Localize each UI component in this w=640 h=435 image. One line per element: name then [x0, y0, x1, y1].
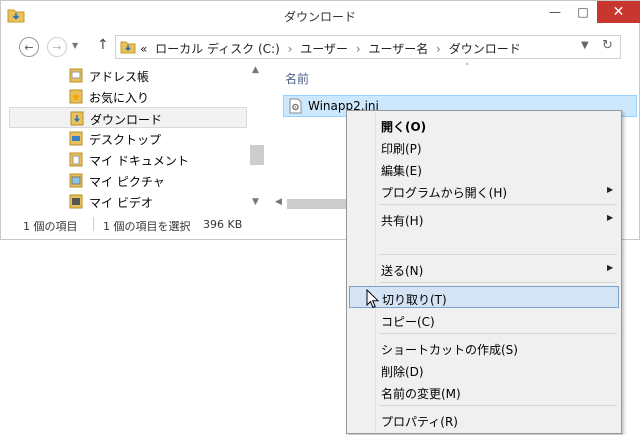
breadcrumb-item-username[interactable]: ユーザー名	[368, 42, 428, 56]
sidebar-item-documents[interactable]: マイ ドキュメント	[9, 149, 247, 170]
breadcrumb-overflow[interactable]: «	[140, 42, 147, 56]
menu-item-label: 名前の変更(M)	[381, 387, 461, 401]
menu-item-share[interactable]: 共有(H) ▶	[349, 208, 619, 230]
maximize-button[interactable]: □	[569, 1, 597, 23]
menu-item-open-with[interactable]: プログラムから開く(H) ▶	[349, 180, 619, 202]
menu-item-blank[interactable]	[349, 230, 619, 252]
menu-separator	[379, 333, 617, 334]
column-header-name[interactable]: 名前	[285, 70, 309, 87]
menu-item-print[interactable]: 印刷(P)	[349, 136, 619, 158]
breadcrumb-separator-icon[interactable]: ›	[356, 42, 361, 56]
submenu-arrow-icon: ▶	[607, 185, 614, 194]
desktop-folder-icon	[69, 131, 83, 146]
sidebar-item-downloads[interactable]: ダウンロード	[9, 107, 247, 128]
menu-item-label: プログラムから開く(H)	[381, 186, 508, 200]
menu-item-label: 送る(N)	[381, 264, 424, 278]
sidebar-item-favorites[interactable]: お気に入り	[9, 86, 247, 107]
menu-item-label: 印刷(P)	[381, 142, 422, 156]
submenu-arrow-icon: ▶	[607, 213, 614, 222]
breadcrumb-item-downloads[interactable]: ダウンロード	[449, 42, 521, 56]
folder-download-icon	[120, 39, 136, 55]
close-button[interactable]: ✕	[597, 1, 640, 23]
menu-item-delete[interactable]: 削除(D)	[349, 359, 619, 381]
breadcrumb-item-drive[interactable]: ローカル ディスク (C:)	[155, 42, 280, 56]
status-divider	[93, 217, 94, 231]
navigation-bar: ← → ▼ ↑ « ローカル ディスク (C:) › ユーザー › ユーザー名 …	[1, 31, 639, 63]
pictures-folder-icon	[69, 173, 83, 188]
sidebar-item-label: マイ ピクチャ	[89, 175, 165, 189]
address-book-icon	[69, 68, 83, 83]
scroll-up-icon[interactable]: ▲	[252, 65, 259, 75]
menu-item-open[interactable]: 開く(O)	[349, 114, 619, 136]
menu-item-create-shortcut[interactable]: ショートカットの作成(S)	[349, 337, 619, 359]
menu-item-send-to[interactable]: 送る(N) ▶	[349, 258, 619, 280]
menu-separator	[379, 282, 617, 283]
scroll-down-icon[interactable]: ▼	[252, 197, 259, 207]
mouse-pointer-icon	[366, 288, 380, 309]
sidebar-item-videos[interactable]: マイ ビデオ	[9, 191, 247, 212]
scroll-left-icon[interactable]: ◀	[275, 197, 282, 207]
sidebar-item-label: ダウンロード	[90, 113, 163, 127]
recent-locations-icon[interactable]: ▼	[72, 41, 78, 50]
menu-item-label: 削除(D)	[381, 365, 424, 379]
sidebar-item-address-book[interactable]: アドレス帳	[9, 65, 247, 86]
sidebar-scrollbar[interactable]: ▲ ▼	[250, 65, 264, 209]
videos-folder-icon	[69, 194, 83, 209]
status-selected-size: 396 KB	[203, 218, 243, 231]
sidebar-item-label: アドレス帳	[89, 70, 150, 84]
menu-item-label: 共有(H)	[381, 214, 424, 228]
menu-separator	[379, 254, 617, 255]
up-button[interactable]: ↑	[97, 37, 109, 53]
menu-item-properties[interactable]: プロパティ(R)	[349, 409, 619, 431]
documents-folder-icon	[69, 152, 83, 167]
breadcrumb-item-users[interactable]: ユーザー	[300, 42, 348, 56]
sidebar-item-desktop[interactable]: デスクトップ	[9, 128, 247, 149]
sidebar-item-label: マイ ビデオ	[89, 196, 153, 210]
title-bar[interactable]: ダウンロード — □ ✕	[1, 1, 640, 31]
sidebar-item-label: マイ ドキュメント	[89, 154, 189, 168]
refresh-icon[interactable]: ↻	[602, 38, 613, 53]
scrollbar-thumb[interactable]	[287, 199, 349, 209]
context-menu: 開く(O) 印刷(P) 編集(E) プログラムから開く(H) ▶ 共有(H) ▶…	[346, 110, 622, 434]
menu-separator	[379, 405, 617, 406]
back-button[interactable]: ←	[19, 37, 39, 57]
forward-button[interactable]: →	[47, 37, 67, 57]
menu-item-label: 切り取り(T)	[382, 293, 447, 307]
status-item-count: 1 個の項目	[23, 220, 78, 233]
sort-ascending-icon: ˄	[465, 63, 470, 73]
menu-item-label: ショートカットの作成(S)	[381, 343, 518, 357]
menu-separator	[379, 204, 617, 205]
breadcrumb-separator-icon[interactable]: ›	[436, 42, 441, 56]
sidebar-item-pictures[interactable]: マイ ピクチャ	[9, 170, 247, 191]
sidebar-item-label: お気に入り	[89, 91, 150, 105]
navigation-pane: アドレス帳 お気に入り ダウンロード デスクトップ マイ ドキュメント マイ ピ…	[9, 63, 264, 212]
favorites-icon	[69, 89, 83, 104]
menu-item-label: 編集(E)	[381, 164, 422, 178]
menu-item-label: コピー(C)	[381, 315, 435, 329]
address-bar[interactable]: « ローカル ディスク (C:) › ユーザー › ユーザー名 › ダウンロード…	[115, 35, 621, 59]
menu-item-cut[interactable]: 切り取り(T)	[349, 286, 619, 308]
minimize-button[interactable]: —	[541, 1, 569, 23]
menu-item-edit[interactable]: 編集(E)	[349, 158, 619, 180]
menu-item-copy[interactable]: コピー(C)	[349, 309, 619, 331]
menu-item-label: 開く(O)	[381, 120, 427, 134]
breadcrumb: « ローカル ディスク (C:) › ユーザー › ユーザー名 › ダウンロード	[140, 40, 525, 57]
settings-file-icon	[288, 98, 303, 114]
submenu-arrow-icon: ▶	[607, 263, 614, 272]
menu-item-rename[interactable]: 名前の変更(M)	[349, 381, 619, 403]
breadcrumb-separator-icon[interactable]: ›	[288, 42, 293, 56]
downloads-folder-icon	[70, 111, 84, 126]
sidebar-item-label: デスクトップ	[89, 133, 162, 147]
menu-item-label: プロパティ(R)	[381, 415, 458, 429]
status-selected-count: 1 個の項目を選択	[103, 220, 191, 233]
scrollbar-thumb[interactable]	[250, 145, 264, 165]
address-dropdown-icon[interactable]: ▼	[581, 40, 589, 51]
